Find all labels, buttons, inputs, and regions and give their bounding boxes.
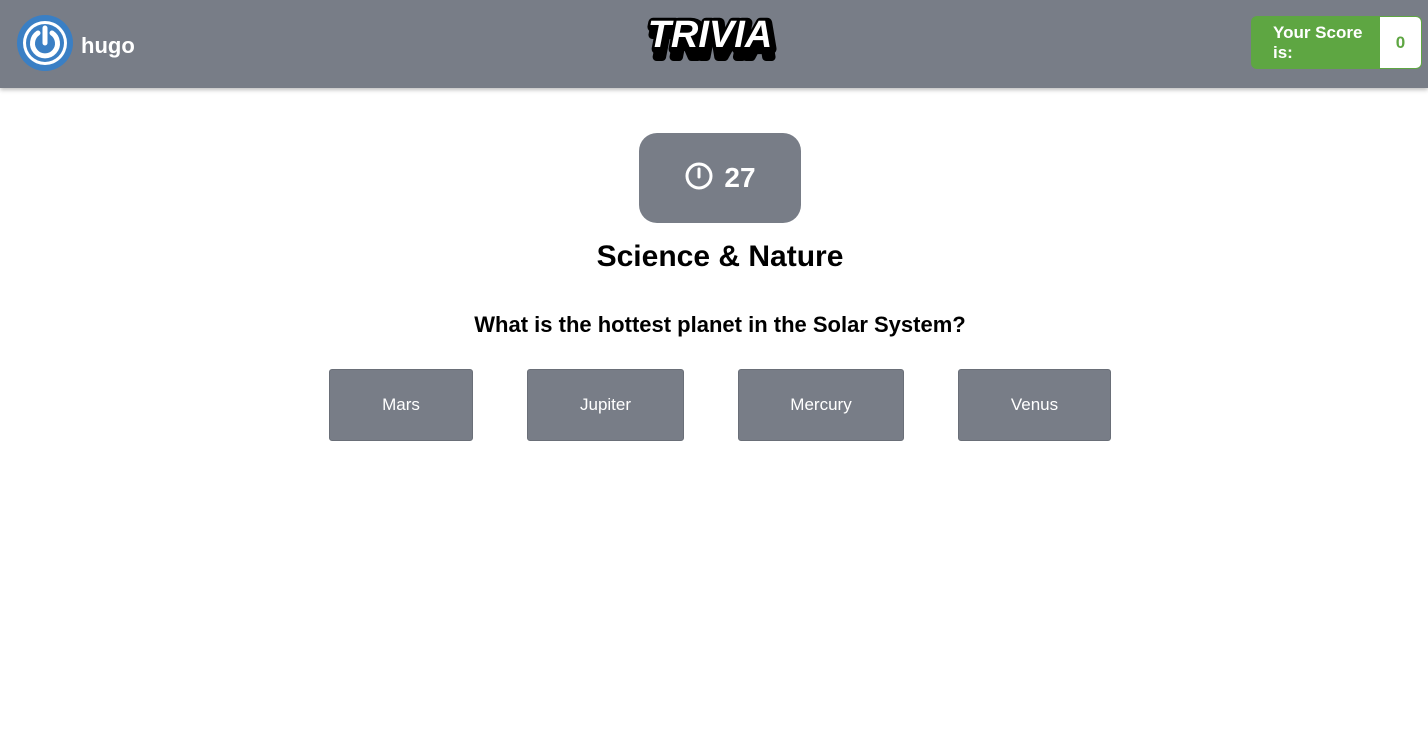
question-category: Science & Nature xyxy=(596,240,844,273)
score-label: Your Score is: xyxy=(1273,23,1363,62)
answer-button-jupiter[interactable]: Jupiter xyxy=(527,369,684,441)
top-bar: hugo TRIVIA TRIVIA TRIVIA Your Score is:… xyxy=(0,0,1428,88)
power-icon[interactable] xyxy=(17,15,73,71)
answer-button-mercury[interactable]: Mercury xyxy=(738,369,904,441)
clock-icon xyxy=(684,161,714,196)
score-box: Your Score is: 0 xyxy=(1251,16,1422,69)
countdown-timer: 27 xyxy=(639,133,801,223)
answer-button-mars[interactable]: Mars xyxy=(329,369,473,441)
timer-seconds: 27 xyxy=(724,162,756,193)
question-text: What is the hottest planet in the Solar … xyxy=(474,312,966,337)
username: hugo xyxy=(81,33,135,58)
svg-text:TRIVIA: TRIVIA xyxy=(648,14,773,56)
trivia-logo: TRIVIA TRIVIA TRIVIA xyxy=(640,11,780,70)
score-value: 0 xyxy=(1380,17,1421,68)
answer-button-venus[interactable]: Venus xyxy=(958,369,1111,441)
